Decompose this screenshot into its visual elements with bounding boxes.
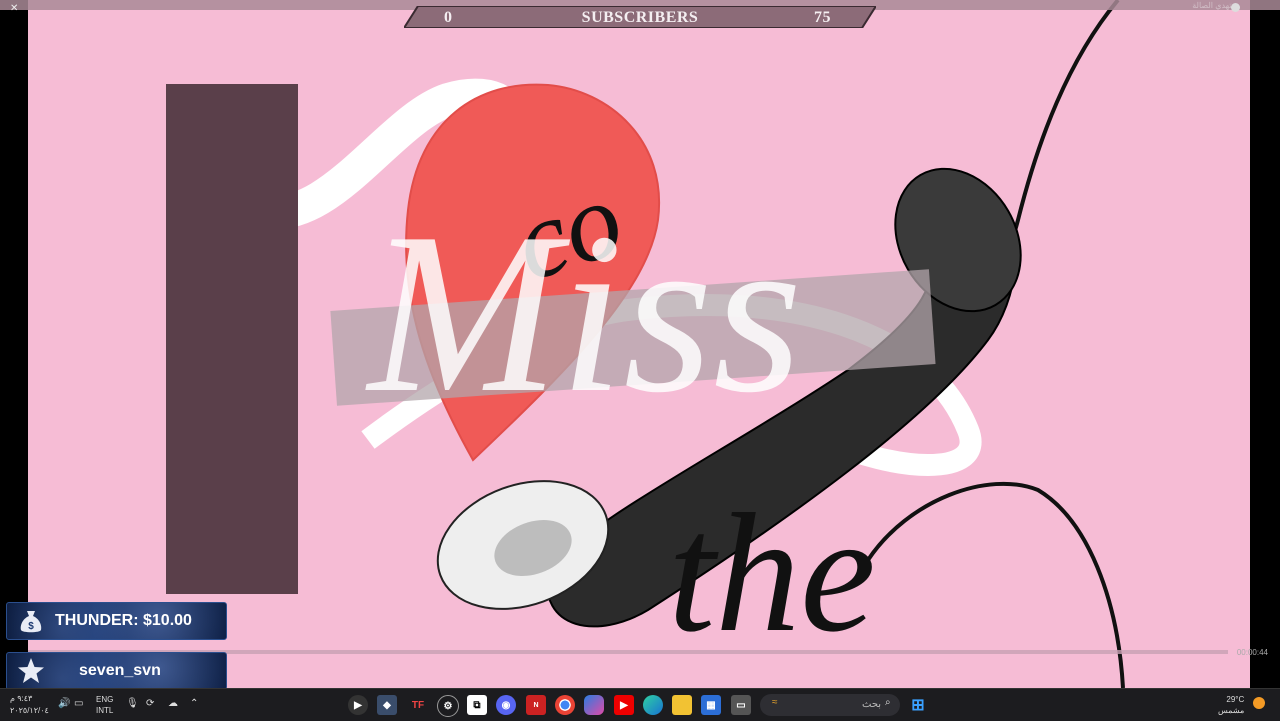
copilot-app-icon[interactable] [584, 695, 604, 715]
artwork-illustration: co Miss the [166, 0, 1125, 688]
weather-desc: مشمس [1218, 706, 1245, 715]
video-canvas[interactable]: co Miss the [28, 0, 1250, 688]
sun-icon [1253, 697, 1265, 709]
follow-alert-text: seven_svn [79, 662, 161, 679]
volume-icon[interactable]: 🔊 [58, 698, 70, 709]
settings-app-icon[interactable]: ⚙ [437, 695, 459, 717]
lang-primary: ENG [96, 695, 114, 704]
store-app-icon[interactable]: ▦ [701, 695, 721, 715]
subscriber-goal-widget: 0 SUBSCRIBERS 75 [404, 6, 876, 28]
clock-time: ٩:٤٣ م [10, 694, 33, 703]
cloud-icon[interactable]: ☁ [168, 698, 178, 709]
letter-i-block [166, 84, 298, 594]
donation-alert: $ THUNDER: $10.00 [6, 602, 227, 640]
file-explorer-app-icon[interactable] [672, 695, 692, 715]
terminal-app-icon[interactable]: ▭ [731, 695, 751, 715]
microphone-icon[interactable]: 🎙 [126, 698, 139, 709]
window-close-icon[interactable]: ✕ [10, 3, 18, 14]
capcut-app-icon[interactable]: ⧉ [467, 695, 487, 715]
network-icon[interactable]: ▭ [74, 698, 83, 709]
language-indicator[interactable]: ENG INTL [96, 694, 113, 716]
discord-app-icon[interactable]: ◉ [496, 695, 516, 715]
artwork-word-the: the [668, 479, 876, 667]
windows-taskbar: ٩:٤٣ م ٢٠٢٥/١٢/٠٤ 🔊 ▭ ENG INTL 🎙 ⟳ ☁ ⌃ ▶… [0, 688, 1280, 721]
edge-app-icon[interactable] [643, 695, 663, 715]
news-app-icon[interactable]: N [526, 695, 546, 715]
search-icon: ⌕ [885, 697, 891, 708]
svg-text:$: $ [28, 621, 34, 632]
taskbar-clock[interactable]: ٩:٤٣ م ٢٠٢٥/١٢/٠٤ [10, 693, 49, 717]
search-highlight-icon: ≈ [772, 697, 778, 708]
tf-app-icon[interactable]: TF [408, 695, 428, 715]
follow-alert: seven_svn [6, 652, 227, 690]
lang-secondary: INTL [96, 706, 114, 715]
sync-icon[interactable]: ⟳ [146, 698, 154, 709]
record-indicator-icon [1231, 3, 1240, 12]
start-button-icon[interactable]: ⊞ [908, 695, 928, 715]
chrome-app-icon[interactable] [555, 695, 575, 715]
subscriber-goal: 75 [814, 9, 831, 26]
weather-temp: 29°C [1226, 695, 1245, 704]
taskbar-weather[interactable]: 29°C مشمس [1218, 694, 1244, 716]
search-placeholder: بحث [862, 699, 882, 710]
browser-extension-icon[interactable]: ◆ [377, 695, 397, 715]
tray-expand-icon[interactable]: ⌃ [190, 698, 198, 709]
youtube-app-icon[interactable]: ▶ [614, 695, 634, 715]
star-icon [18, 658, 44, 683]
subscriber-title: SUBSCRIBERS [581, 9, 699, 26]
window-title-right: بتهدي الصالة [1192, 1, 1234, 10]
artwork-word-miss: Miss [365, 185, 803, 440]
donation-alert-text: THUNDER: $10.00 [55, 612, 192, 629]
phone-cord-lower [866, 481, 1125, 688]
stream-scene: co Miss the ✕ بتهدي الصالة 0 SUBSCRIBERS… [0, 0, 1280, 688]
money-bag-icon: $ [20, 611, 42, 633]
clock-date: ٢٠٢٥/١٢/٠٤ [10, 706, 49, 715]
video-time: 00:00:44 [1236, 648, 1268, 657]
media-player-icon[interactable]: ▶ [348, 695, 368, 715]
